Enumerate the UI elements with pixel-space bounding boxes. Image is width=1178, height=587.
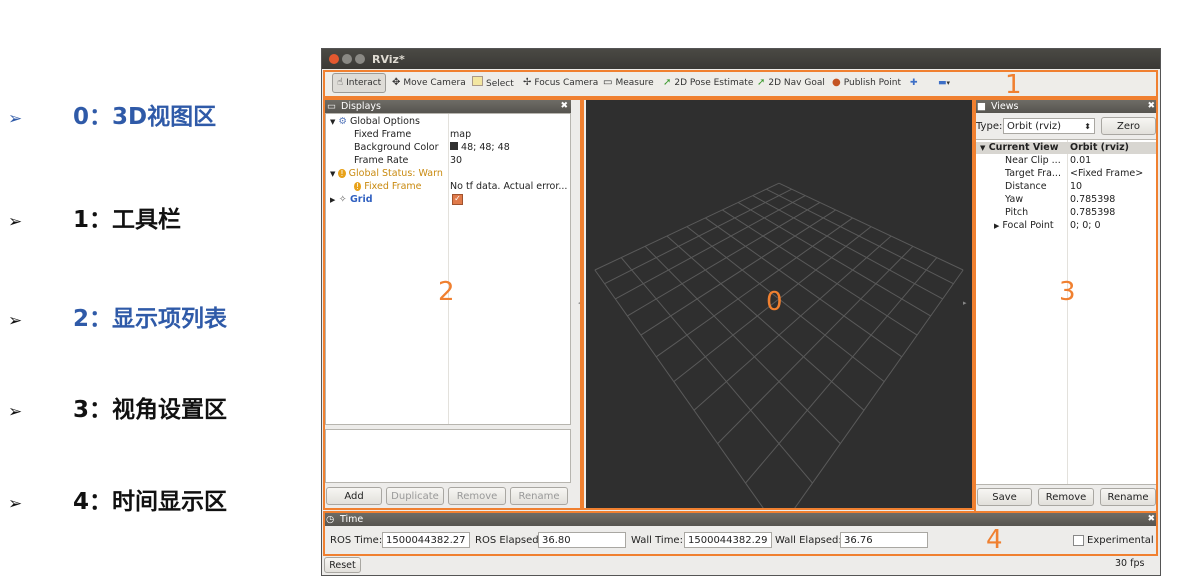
bullet-time: ➢ 4：时间显示区 — [8, 489, 228, 515]
label-2: 2 — [438, 277, 455, 307]
close-window-icon[interactable] — [329, 54, 339, 64]
bullet-views: ➢ 3：视角设置区 — [8, 397, 228, 423]
highlight-toolbar — [323, 70, 1158, 98]
label-4: 4 — [986, 525, 1003, 555]
bullet-displays: ➢ 2：显示项列表 — [8, 306, 228, 332]
label-1: 1 — [1005, 70, 1022, 100]
arrow-icon: ➢ — [8, 494, 23, 514]
window-title: RViz* — [372, 53, 405, 66]
label-3: 3 — [1059, 277, 1076, 307]
reset-button[interactable]: Reset — [324, 557, 361, 573]
bullet-toolbar: ➢ 1：工具栏 — [8, 207, 182, 233]
bullet-3d-view: ➢ 0：3D视图区 — [8, 104, 217, 130]
title-bar: RViz* — [322, 49, 1160, 69]
arrow-icon: ➢ — [8, 311, 23, 331]
arrow-icon: ➢ — [8, 402, 23, 422]
arrow-icon: ➢ — [8, 212, 23, 232]
fps-readout: 30 fps — [1115, 558, 1145, 569]
highlight-time — [323, 511, 1158, 556]
maximize-window-icon[interactable] — [355, 54, 365, 64]
rviz-window: RViz* ☝ Interact ✥ Move Camera Select ✢ Foc… — [321, 48, 1161, 576]
arrow-icon: ➢ — [8, 109, 23, 129]
minimize-window-icon[interactable] — [342, 54, 352, 64]
label-0: 0 — [766, 287, 783, 317]
